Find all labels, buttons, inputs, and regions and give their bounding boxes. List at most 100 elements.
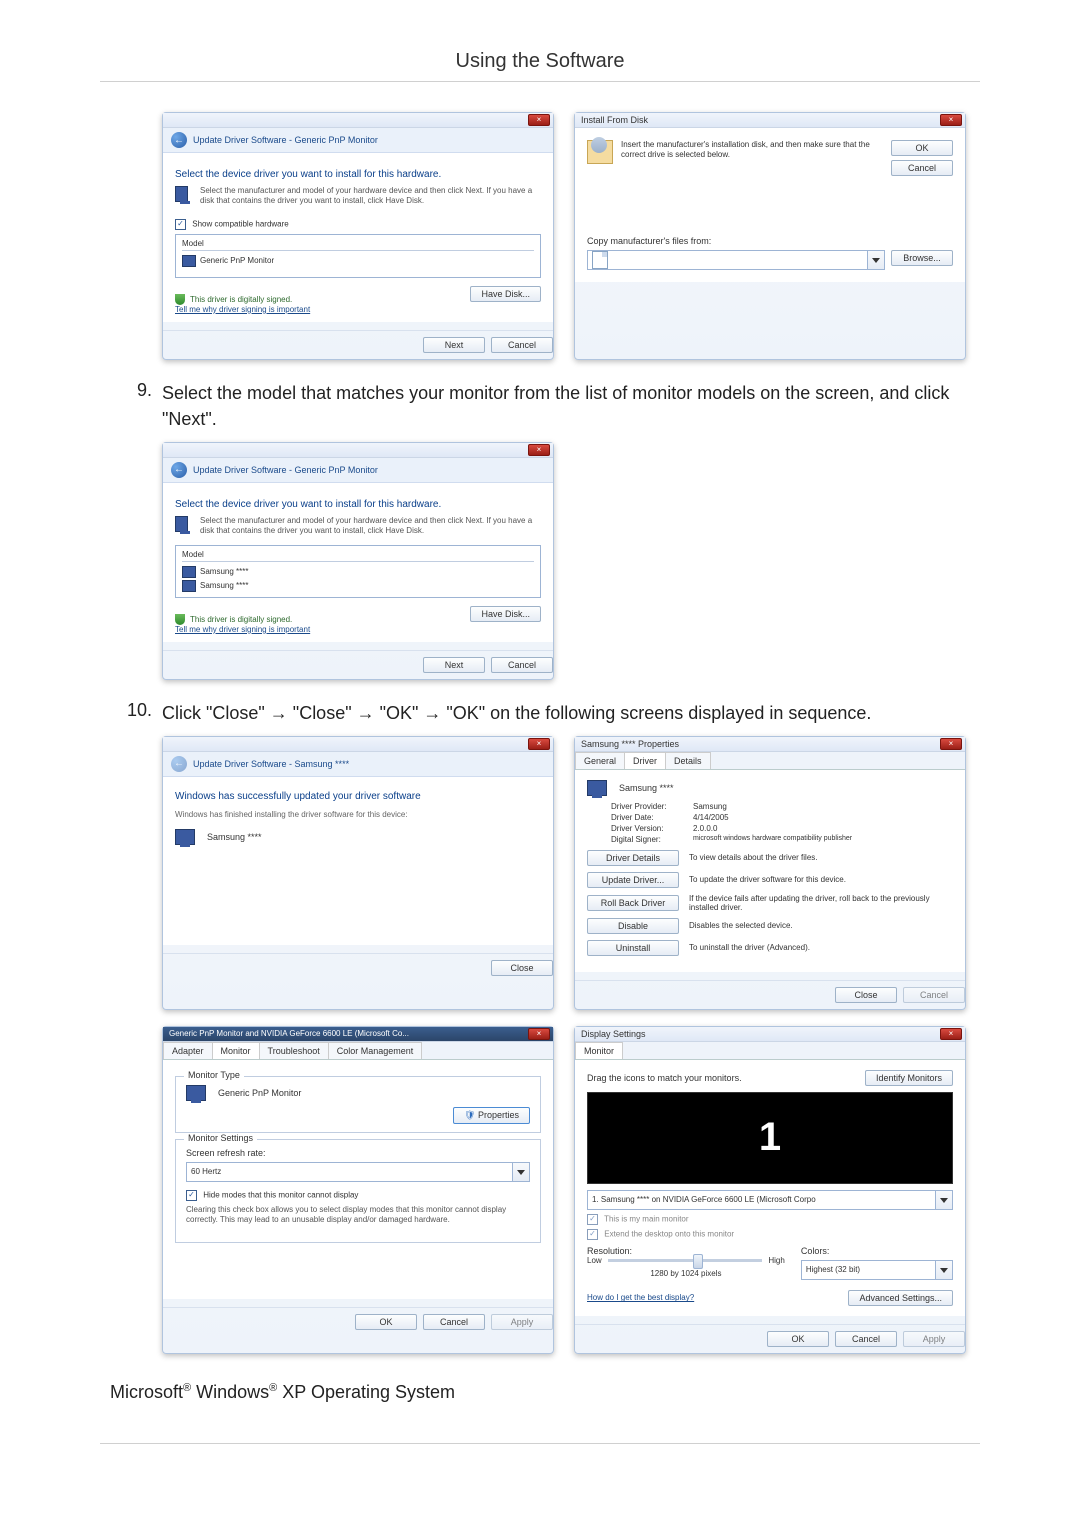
disk-icon <box>587 140 613 164</box>
signing-link[interactable]: Tell me why driver signing is important <box>175 305 310 314</box>
next-button[interactable]: Next <box>423 337 485 353</box>
monitor-type-name: Generic PnP Monitor <box>218 1088 301 1098</box>
ok-button[interactable]: OK <box>891 140 953 156</box>
step-number: 9. <box>120 380 162 401</box>
cancel-button[interactable]: Cancel <box>835 1331 897 1347</box>
titlebar: × <box>163 443 553 458</box>
ms: Microsoft <box>110 1382 183 1402</box>
monitor-icon <box>182 255 196 267</box>
monitor-icon <box>175 516 188 532</box>
advanced-button[interactable]: Advanced Settings... <box>848 1290 953 1306</box>
os-footnote: Microsoft® Windows® XP Operating System <box>110 1382 980 1403</box>
doc-icon <box>592 251 608 269</box>
checkbox-label: Hide modes that this monitor cannot disp… <box>203 1190 358 1199</box>
display-combo-text: 1. Samsung **** on NVIDIA GeForce 6600 L… <box>588 1195 935 1204</box>
properties-button[interactable]: 🛡 Properties <box>453 1107 530 1124</box>
dialog-driver-properties: Samsung **** Properties × General Driver… <box>574 736 966 1010</box>
tab-monitor[interactable]: Monitor <box>575 1042 623 1059</box>
uninstall-button[interactable]: Uninstall <box>587 940 679 956</box>
disable-button[interactable]: Disable <box>587 918 679 934</box>
main-monitor-checkbox: ✓ This is my main monitor <box>587 1214 953 1225</box>
monitor-icon <box>587 780 607 796</box>
model-list[interactable]: Model Generic PnP Monitor <box>175 234 541 278</box>
cancel-button[interactable]: Cancel <box>891 160 953 176</box>
breadcrumb-text: Update Driver Software - Samsung **** <box>193 759 349 769</box>
close-button[interactable]: Close <box>835 987 897 1003</box>
list-item[interactable]: Generic PnP Monitor <box>182 254 534 268</box>
titlebar: × <box>163 113 553 128</box>
identify-button[interactable]: Identify Monitors <box>865 1070 953 1086</box>
shield-icon <box>175 614 185 625</box>
show-compatible-checkbox[interactable]: ✓ Show compatible hardware <box>175 219 541 230</box>
tabs: General Driver Details <box>575 752 965 770</box>
list-item-label: Samsung **** <box>200 581 248 590</box>
colors-value: Highest (32 bit) <box>802 1265 935 1274</box>
ok-button[interactable]: OK <box>355 1314 417 1330</box>
ok-button[interactable]: OK <box>767 1331 829 1347</box>
have-disk-button[interactable]: Have Disk... <box>470 606 541 622</box>
tab-general[interactable]: General <box>575 752 625 769</box>
monitor-preview[interactable]: 1 <box>587 1092 953 1184</box>
path-combo[interactable] <box>587 250 885 270</box>
monitor-icon <box>175 829 195 845</box>
resolution-slider[interactable] <box>608 1259 763 1262</box>
refresh-label: Screen refresh rate: <box>186 1148 530 1158</box>
rollback-button[interactable]: Roll Back Driver <box>587 895 679 911</box>
help-link[interactable]: How do I get the best display? <box>587 1293 694 1302</box>
tab-adapter[interactable]: Adapter <box>163 1042 213 1059</box>
back-icon[interactable]: ← <box>171 132 187 148</box>
cancel-button: Cancel <box>903 987 965 1003</box>
tab-details[interactable]: Details <box>665 752 711 769</box>
close-icon[interactable]: × <box>528 444 550 456</box>
titlebar: × <box>163 737 553 752</box>
checkbox-label: Extend the desktop onto this monitor <box>604 1229 734 1238</box>
desc: To update the driver software for this d… <box>689 875 953 884</box>
update-driver-button[interactable]: Update Driver... <box>587 872 679 888</box>
dialog-update-driver-1: × ← Update Driver Software - Generic PnP… <box>162 112 554 360</box>
monitor-type-group: Monitor Type Generic PnP Monitor 🛡 Prope… <box>175 1076 541 1133</box>
dropdown-icon[interactable] <box>512 1163 529 1181</box>
dropdown-icon[interactable] <box>867 251 884 269</box>
display-combo[interactable]: 1. Samsung **** on NVIDIA GeForce 6600 L… <box>587 1190 953 1210</box>
cancel-button[interactable]: Cancel <box>491 657 553 673</box>
tab-driver[interactable]: Driver <box>624 752 666 769</box>
list-item[interactable]: Samsung **** <box>182 565 534 579</box>
model-list[interactable]: Model Samsung **** Samsung **** <box>175 545 541 598</box>
close-icon[interactable]: × <box>940 738 962 750</box>
dialog-update-driver-2: × ← Update Driver Software - Generic PnP… <box>162 442 554 680</box>
slider-thumb[interactable] <box>693 1254 703 1269</box>
tab-troubleshoot[interactable]: Troubleshoot <box>259 1042 329 1059</box>
tabs: Monitor <box>575 1042 965 1060</box>
close-icon[interactable]: × <box>528 1028 550 1040</box>
dropdown-icon[interactable] <box>935 1261 952 1279</box>
refresh-combo[interactable]: 60 Hertz <box>186 1162 530 1182</box>
have-disk-button[interactable]: Have Disk... <box>470 286 541 302</box>
back-icon[interactable]: ← <box>171 462 187 478</box>
hide-modes-checkbox[interactable]: ✓ Hide modes that this monitor cannot di… <box>186 1190 530 1201</box>
driver-details-button[interactable]: Driver Details <box>587 850 679 866</box>
browse-button[interactable]: Browse... <box>891 250 953 266</box>
close-icon[interactable]: × <box>940 1028 962 1040</box>
colors-combo[interactable]: Highest (32 bit) <box>801 1260 953 1280</box>
apply-button: Apply <box>903 1331 965 1347</box>
install-text: Insert the manufacturer's installation d… <box>621 140 883 161</box>
close-icon[interactable]: × <box>528 738 550 750</box>
checkbox-icon: ✓ <box>587 1214 598 1225</box>
close-button[interactable]: Close <box>491 960 553 976</box>
signing-link[interactable]: Tell me why driver signing is important <box>175 625 310 634</box>
slider-low: Low <box>587 1256 602 1265</box>
next-button[interactable]: Next <box>423 657 485 673</box>
list-item[interactable]: Samsung **** <box>182 579 534 593</box>
breadcrumb-text: Update Driver Software - Generic PnP Mon… <box>193 465 378 475</box>
cancel-button[interactable]: Cancel <box>491 337 553 353</box>
close-icon[interactable]: × <box>940 114 962 126</box>
tabs: Adapter Monitor Troubleshoot Color Manag… <box>163 1042 553 1060</box>
dialog-update-success: × ← Update Driver Software - Samsung ***… <box>162 736 554 1010</box>
tab-monitor[interactable]: Monitor <box>212 1042 260 1059</box>
label: Driver Version: <box>611 824 693 833</box>
dropdown-icon[interactable] <box>935 1191 952 1209</box>
cancel-button[interactable]: Cancel <box>423 1314 485 1330</box>
shield-icon <box>175 294 185 305</box>
close-icon[interactable]: × <box>528 114 550 126</box>
tab-color[interactable]: Color Management <box>328 1042 423 1059</box>
